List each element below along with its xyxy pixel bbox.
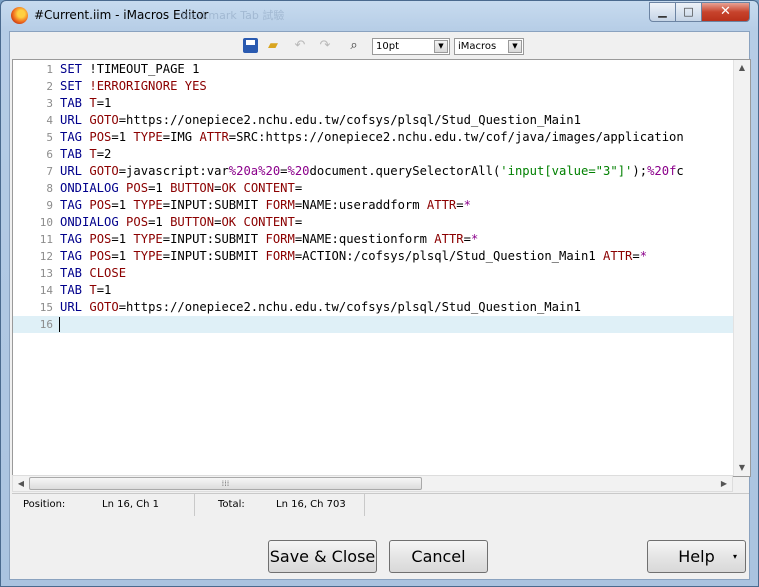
- scroll-right-arrow-icon[interactable]: ▶: [716, 476, 732, 491]
- line-number: 5: [46, 131, 53, 144]
- code-line[interactable]: 9 TAG POS=1 TYPE=INPUT:SUBMIT FORM=NAME:u…: [13, 197, 734, 214]
- line-number: 8: [46, 182, 53, 195]
- code-text: TAB T=1: [60, 96, 112, 110]
- text-cursor: [59, 317, 60, 332]
- code-text: TAB T=2: [60, 147, 112, 161]
- minimize-button[interactable]: ▁: [649, 2, 676, 22]
- chevron-down-icon[interactable]: ▼: [434, 40, 448, 53]
- title-bar[interactable]: #Current.iim - iMacros Editor Bookmark T…: [1, 1, 758, 31]
- code-text: TAG POS=1 TYPE=INPUT:SUBMIT FORM=NAME:qu…: [60, 232, 479, 246]
- close-button[interactable]: ✕: [701, 2, 750, 22]
- line-number: 16: [39, 318, 53, 331]
- maximize-button[interactable]: □: [675, 2, 702, 22]
- redo-icon[interactable]: ↷: [316, 38, 334, 54]
- code-text: URL GOTO=javascript:var%20a%20=%20docume…: [60, 164, 684, 178]
- code-line[interactable]: 7 URL GOTO=javascript:var%20a%20=%20docum…: [13, 163, 734, 180]
- code-line[interactable]: 3 TAB T=1: [13, 95, 734, 112]
- code-text: URL GOTO=https://onepiece2.nchu.edu.tw/c…: [60, 300, 581, 314]
- line-number: 12: [39, 250, 53, 263]
- chevron-down-icon[interactable]: ▼: [508, 40, 522, 53]
- code-line[interactable]: 16: [13, 316, 734, 333]
- code-line[interactable]: 8 ONDIALOG POS=1 BUTTON=OK CONTENT=: [13, 180, 734, 197]
- code-text: SET !ERRORIGNORE YES: [60, 79, 207, 93]
- code-editor[interactable]: 1 SET !TIMEOUT_PAGE 1 2 SET !ERRORIGNORE YE…: [12, 59, 751, 477]
- vertical-scrollbar[interactable]: ▲ ▼: [733, 60, 750, 476]
- syntax-select[interactable]: iMacros ▼: [454, 38, 524, 55]
- code-text: TAB T=1: [60, 283, 112, 297]
- code-text: ONDIALOG POS=1 BUTTON=OK CONTENT=: [60, 181, 303, 195]
- open-icon[interactable]: ▰: [264, 38, 282, 54]
- code-text: TAG POS=1 TYPE=INPUT:SUBMIT FORM=ACTION:…: [60, 249, 648, 263]
- line-number: 7: [46, 165, 53, 178]
- code-text: SET !TIMEOUT_PAGE 1: [60, 62, 200, 76]
- line-number: 1: [46, 63, 53, 76]
- status-bar: Position: Ln 16, Ch 1 Total: Ln 16, Ch 7…: [12, 493, 749, 516]
- save-icon[interactable]: [243, 38, 258, 53]
- line-number: 13: [39, 267, 53, 280]
- status-divider: [364, 494, 365, 516]
- code-line[interactable]: 14 TAB T=1: [13, 282, 734, 299]
- line-number: 9: [46, 199, 53, 212]
- code-text: TAG POS=1 TYPE=IMG ATTR=SRC:https://onep…: [60, 130, 684, 144]
- help-button[interactable]: Help ▾: [647, 540, 746, 573]
- cancel-button[interactable]: Cancel: [389, 540, 488, 573]
- help-label: Help: [678, 547, 715, 566]
- client-area: ▰ ↶ ↷ ⌕ 10pt ▼ iMacros ▼ 1 SET !TIMEOUT_P…: [9, 31, 751, 580]
- dropdown-arrow-icon: ▾: [732, 552, 737, 561]
- scroll-up-arrow-icon[interactable]: ▲: [734, 60, 750, 76]
- code-line[interactable]: 13 TAB CLOSE: [13, 265, 734, 282]
- horizontal-scroll-thumb[interactable]: ⁞⁞⁞: [29, 477, 422, 490]
- code-text: URL GOTO=https://onepiece2.nchu.edu.tw/c…: [60, 113, 581, 127]
- line-number: 2: [46, 80, 53, 93]
- firefox-icon: [11, 7, 28, 24]
- code-line[interactable]: 1 SET !TIMEOUT_PAGE 1: [13, 61, 734, 78]
- line-number: 10: [39, 216, 53, 229]
- position-label: Position:: [23, 499, 66, 510]
- scroll-down-arrow-icon[interactable]: ▼: [734, 460, 750, 476]
- code-line[interactable]: 5 TAG POS=1 TYPE=IMG ATTR=SRC:https://one…: [13, 129, 734, 146]
- line-number: 6: [46, 148, 53, 161]
- font-size-value: 10pt: [376, 41, 399, 52]
- background-window-title: Bookmark Tab 試驗: [181, 9, 285, 22]
- line-number: 11: [39, 233, 53, 246]
- code-line[interactable]: 4 URL GOTO=https://onepiece2.nchu.edu.tw/…: [13, 112, 734, 129]
- save-close-button[interactable]: Save & Close: [268, 540, 377, 573]
- toolbar: ▰ ↶ ↷ ⌕ 10pt ▼ iMacros ▼: [10, 32, 749, 59]
- find-icon[interactable]: ⌕: [345, 38, 363, 54]
- code-line[interactable]: 2 SET !ERRORIGNORE YES: [13, 78, 734, 95]
- total-value: Ln 16, Ch 703: [276, 499, 346, 510]
- total-label: Total:: [218, 499, 245, 510]
- line-number: 3: [46, 97, 53, 110]
- position-value: Ln 16, Ch 1: [102, 499, 160, 510]
- line-number: 15: [39, 301, 53, 314]
- code-line[interactable]: 15 URL GOTO=https://onepiece2.nchu.edu.tw…: [13, 299, 734, 316]
- undo-icon[interactable]: ↶: [291, 38, 309, 54]
- code-line[interactable]: 12 TAG POS=1 TYPE=INPUT:SUBMIT FORM=ACTIO…: [13, 248, 734, 265]
- font-size-select[interactable]: 10pt ▼: [372, 38, 450, 55]
- editor-window: #Current.iim - iMacros Editor Bookmark T…: [0, 0, 759, 587]
- horizontal-scrollbar[interactable]: ◀ ⁞⁞⁞ ▶: [12, 475, 733, 492]
- code-line[interactable]: 11 TAG POS=1 TYPE=INPUT:SUBMIT FORM=NAME:…: [13, 231, 734, 248]
- line-number: 14: [39, 284, 53, 297]
- code-text: ONDIALOG POS=1 BUTTON=OK CONTENT=: [60, 215, 303, 229]
- code-line[interactable]: 10 ONDIALOG POS=1 BUTTON=OK CONTENT=: [13, 214, 734, 231]
- scroll-left-arrow-icon[interactable]: ◀: [13, 476, 29, 491]
- code-text: TAG POS=1 TYPE=INPUT:SUBMIT FORM=NAME:us…: [60, 198, 471, 212]
- line-number: 4: [46, 114, 53, 127]
- code-text: TAB CLOSE: [60, 266, 127, 280]
- code-line[interactable]: 6 TAB T=2: [13, 146, 734, 163]
- status-divider: [194, 494, 195, 516]
- syntax-value: iMacros: [458, 41, 497, 52]
